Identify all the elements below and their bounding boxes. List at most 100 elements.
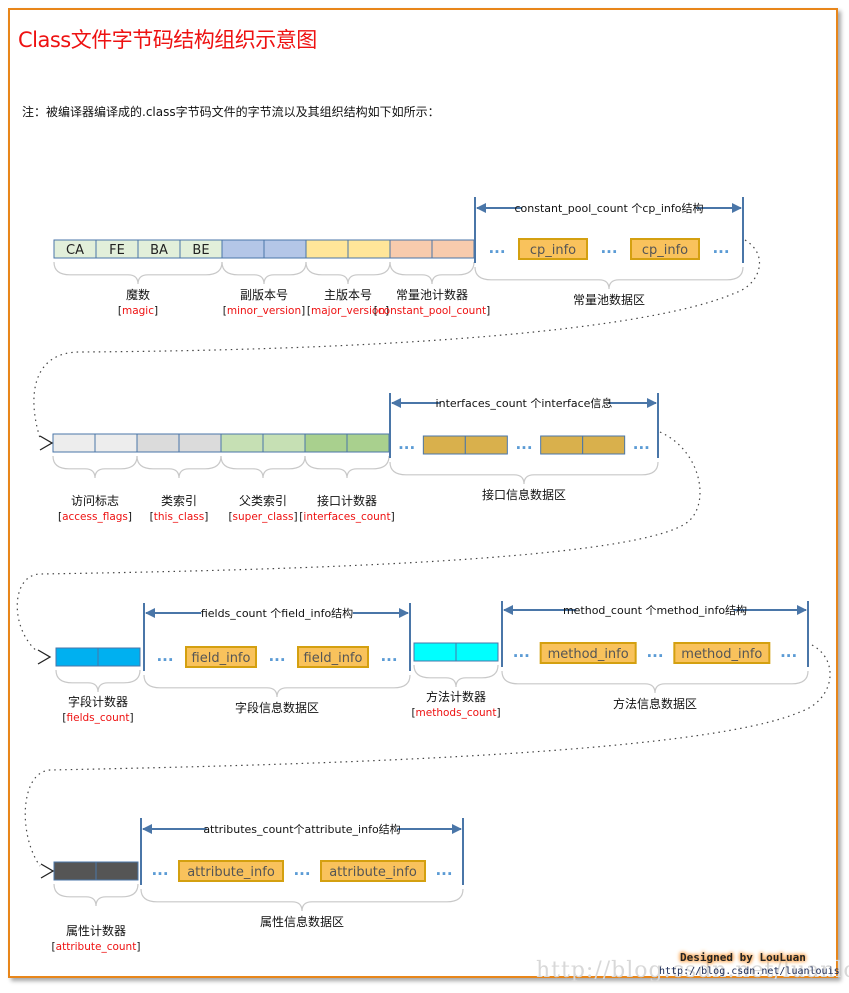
flow-arrowhead-icon: [40, 863, 55, 879]
field-this-class: [136, 433, 222, 453]
interface-cell: [464, 435, 508, 455]
field-label-en: [super_class]: [228, 511, 297, 523]
byte-value: CA: [66, 243, 84, 258]
methods-area: method_count 个method_info结构...... ... meth…: [501, 601, 809, 711]
author-url-link[interactable]: http://blog.csdn.net/luanlouis: [659, 966, 840, 977]
brace: [305, 261, 391, 285]
byte-cell: [136, 433, 180, 453]
field-magic: CA FE BA BE: [53, 239, 223, 259]
byte-cell: [263, 239, 307, 259]
byte-value: BE: [192, 243, 209, 258]
field-attribute-count: [53, 861, 139, 881]
ellipsis-icon: ...: [513, 643, 530, 661]
interface-cell: [422, 435, 466, 455]
span-label: constant_pool_count 个cp_info结构: [514, 201, 703, 215]
brace: [389, 261, 475, 285]
field-label-cn: 副版本号: [240, 288, 288, 302]
ellipsis-icon: ...: [293, 861, 310, 879]
info-item-label: attribute_info: [329, 865, 417, 880]
field-label-en: [magic]: [118, 305, 158, 317]
field-fields-count: [55, 647, 141, 667]
field-label-cn: 常量池计数器: [396, 287, 468, 302]
field-constant-pool-count: [389, 239, 475, 259]
field-major-version: [305, 239, 391, 259]
ellipsis-icon: ...: [398, 435, 415, 453]
ellipsis-icon: ...: [633, 435, 650, 453]
info-item-label: cp_info: [642, 243, 688, 258]
flow-connectors: [16, 239, 831, 867]
byte-cell: [52, 433, 96, 453]
byte-cell: [305, 239, 349, 259]
class-structure-diagram: CA FE BA BE 魔数 [magic] 副版本号 [minor_version] 主版本号…: [16, 197, 831, 953]
brace: [220, 455, 306, 479]
area-brace: [474, 266, 744, 290]
fields-area: fields_count 个field_info结构...... ... field…: [143, 603, 411, 715]
area-label: 接口信息数据区: [482, 487, 566, 502]
field-label-cn: 魔数: [126, 287, 150, 302]
ellipsis-icon: ...: [515, 435, 532, 453]
field-interfaces-count: [304, 433, 390, 453]
info-item-label: field_info: [304, 651, 363, 666]
span-label: fields_count 个field_info结构: [201, 606, 353, 620]
interface-cell: [582, 435, 626, 455]
ellipsis-icon: ...: [780, 643, 797, 661]
span-label: attributes_count个attribute_info结构: [203, 822, 400, 836]
field-label-cn: 接口计数器: [317, 493, 377, 508]
field-label-en: [attribute_count]: [52, 941, 141, 953]
field-label-cn: 父类索引: [239, 494, 287, 508]
ellipsis-icon: ...: [435, 861, 452, 879]
field-label-cn: 方法计数器: [426, 689, 486, 704]
field-access-flags: [52, 433, 138, 453]
field-label-en: [minor_version]: [223, 305, 305, 317]
field-methods-count: [413, 642, 499, 662]
byte-cell: [262, 433, 306, 453]
ellipsis-icon: ...: [488, 239, 505, 257]
interfaces-area: interfaces_count 个interface信息...... ... 接口…: [389, 393, 659, 502]
byte-cell: [347, 239, 391, 259]
ellipsis-icon: ...: [156, 647, 173, 665]
connector-row1-row2: [33, 239, 761, 439]
info-item-label: method_info: [548, 647, 629, 662]
field-label-en: [constant_pool_count]: [374, 305, 490, 317]
area-brace: [143, 674, 411, 698]
byte-cell: [97, 647, 141, 667]
area-label: 常量池数据区: [573, 292, 645, 307]
ellipsis-icon: ...: [151, 861, 168, 879]
brace: [413, 664, 499, 688]
byte-cell: [455, 642, 499, 662]
byte-cell: [413, 642, 457, 662]
byte-cell: [304, 433, 348, 453]
field-label-cn: 类索引: [161, 494, 197, 508]
brace: [221, 261, 307, 285]
field-label-cn: 主版本号: [324, 288, 372, 302]
ellipsis-icon: ...: [712, 239, 729, 257]
attributes-area: attributes_count个attribute_info结构.......…: [140, 818, 464, 929]
byte-cell: [95, 861, 139, 881]
flow-arrowhead-icon: [39, 435, 54, 451]
field-minor-version: [221, 239, 307, 259]
byte-value: BA: [150, 243, 168, 258]
field-label-en: [this_class]: [150, 511, 209, 523]
connector-row2-row3: [16, 431, 701, 653]
area-brace: [389, 461, 659, 485]
field-label-en: [fields_count]: [62, 712, 133, 724]
brace: [52, 455, 138, 479]
field-label-en: [methods_count]: [411, 707, 500, 719]
brace: [136, 455, 222, 479]
info-item-label: cp_info: [530, 243, 576, 258]
ellipsis-icon: ...: [600, 239, 617, 257]
byte-cell: [220, 433, 264, 453]
area-label: 字段信息数据区: [235, 700, 319, 715]
interface-cell: [540, 435, 584, 455]
byte-cell: [389, 239, 433, 259]
area-label: 方法信息数据区: [613, 696, 697, 711]
field-label-cn: 字段计数器: [68, 694, 128, 709]
field-label-en: [access_flags]: [58, 511, 132, 523]
constant-pool-area: constant_pool_count 个cp_info结构...... ... c…: [474, 197, 744, 307]
area-brace: [140, 888, 464, 912]
field-super-class: [220, 433, 306, 453]
byte-cell: [178, 433, 222, 453]
span-label: interfaces_count 个interface信息: [436, 396, 613, 410]
byte-cell: [221, 239, 265, 259]
ellipsis-icon: ...: [646, 643, 663, 661]
